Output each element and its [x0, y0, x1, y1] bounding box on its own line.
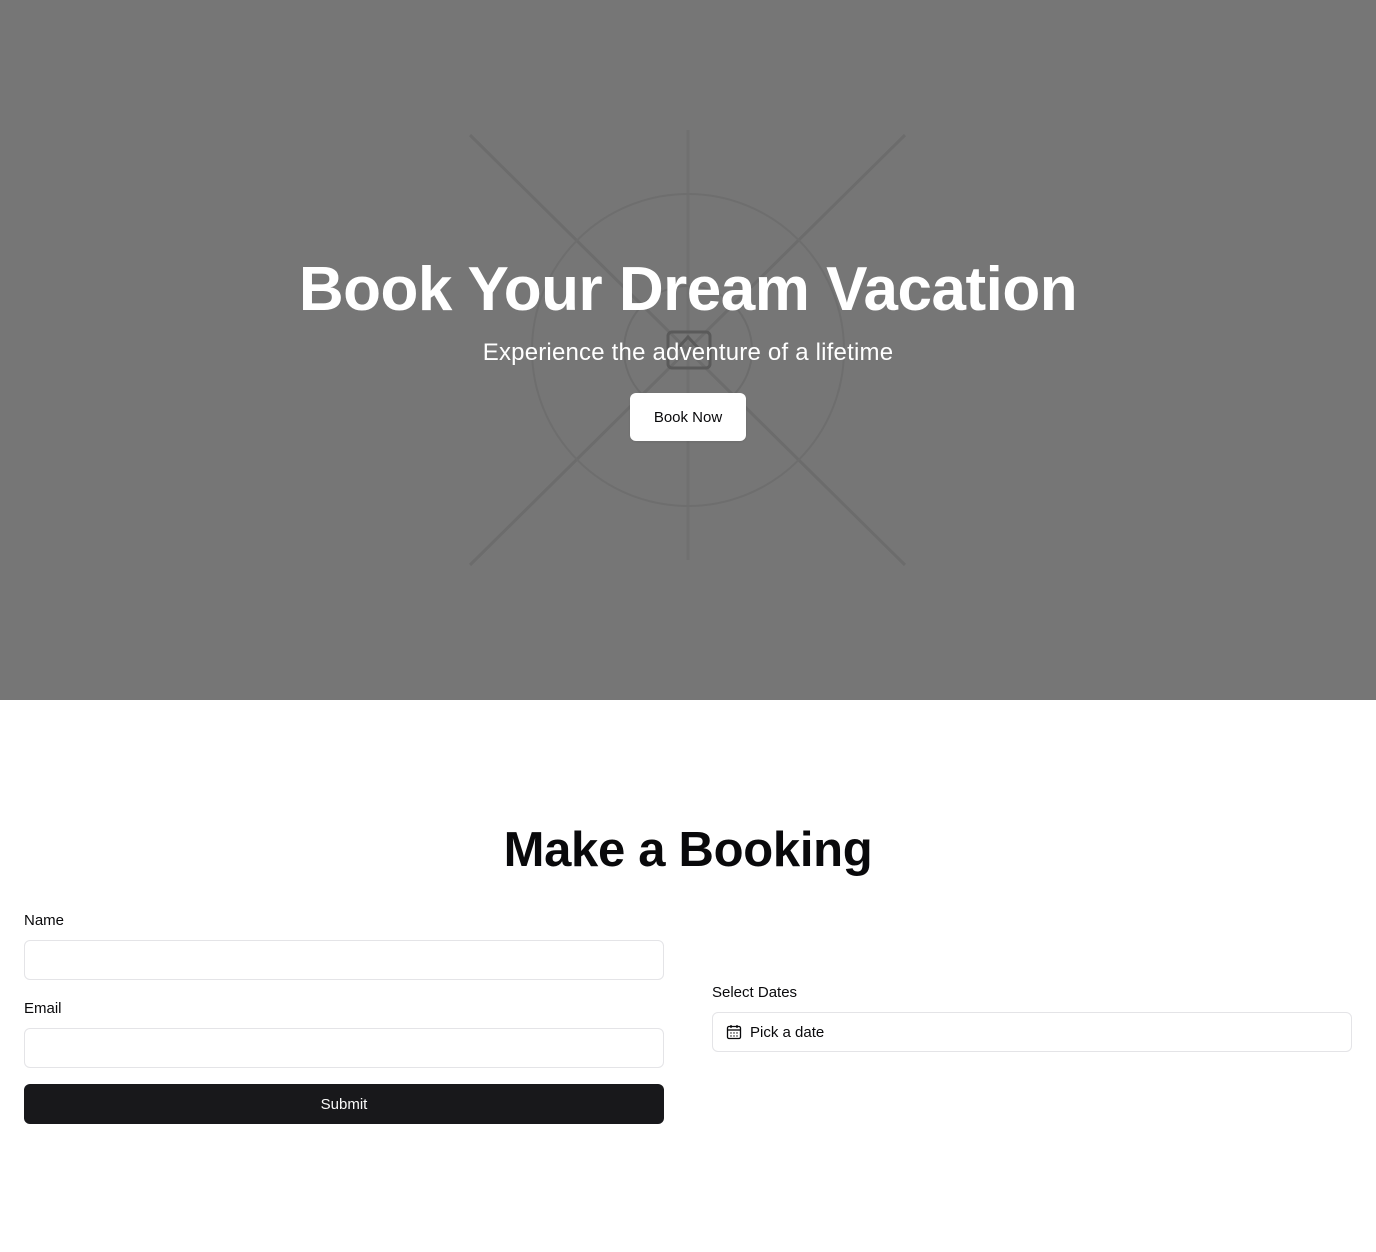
submit-button[interactable]: Submit: [24, 1084, 664, 1124]
hero-title: Book Your Dream Vacation: [298, 255, 1078, 324]
email-field[interactable]: [24, 1028, 664, 1068]
name-label: Name: [24, 912, 65, 929]
hero-subtitle: Experience the adventure of a lifetime: [482, 339, 894, 366]
book-now-button[interactable]: Book Now: [630, 393, 746, 441]
date-picker-button[interactable]: Pick a date: [712, 1012, 1352, 1052]
date-picker-placeholder: Pick a date: [750, 1023, 825, 1041]
name-field[interactable]: [24, 940, 664, 980]
calendar-icon: [726, 1025, 742, 1040]
email-label: Email: [24, 1000, 62, 1017]
booking-section-title: Make a Booking: [503, 823, 873, 877]
hero-section: Book Your Dream Vacation Experience the …: [0, 0, 1376, 700]
select-dates-label: Select Dates: [712, 984, 798, 1001]
hero-content: Book Your Dream Vacation Experience the …: [0, 252, 1376, 441]
